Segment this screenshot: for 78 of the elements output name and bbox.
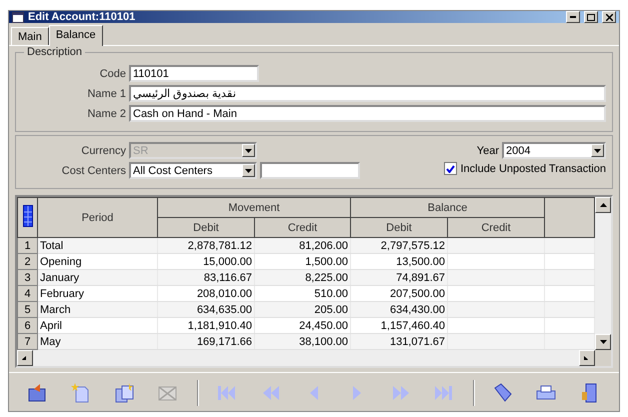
row-number: 7: [18, 334, 38, 350]
table-cell: 13,500.00: [350, 254, 448, 270]
table-cell: 131,071.67: [350, 334, 448, 350]
horizontal-scrollbar[interactable]: [17, 350, 595, 366]
maximize-button[interactable]: [584, 11, 598, 23]
column-group-header: Balance: [350, 198, 545, 218]
field-label: Cost Centers: [60, 164, 126, 176]
table-cell: 8,225.00: [254, 270, 351, 286]
row-number: 5: [18, 302, 38, 318]
field-label: Name 1: [86, 88, 126, 100]
table-cell: 208,010.00: [158, 286, 254, 302]
column-header: Debit: [350, 218, 448, 238]
table-cell: April: [38, 318, 158, 334]
close-button[interactable]: [602, 11, 616, 23]
checkmark-icon: [446, 164, 456, 172]
table-cell: March: [38, 302, 158, 318]
window-title: Edit Account:110101: [28, 11, 136, 23]
text-field[interactable]: [260, 162, 360, 179]
table-cell: Opening: [38, 254, 158, 270]
down-arrow-icon: [245, 168, 252, 172]
text-field[interactable]: Cash on Hand - Main: [129, 105, 606, 122]
table-cell: 169,171.66: [158, 334, 254, 350]
table-cell: 634,430.00: [350, 302, 448, 318]
down-arrow-icon: [245, 148, 252, 152]
row-number: 6: [18, 318, 38, 334]
table-cell: 1,157,460.40: [350, 318, 448, 334]
window-icon: [12, 12, 24, 22]
table-cell: 510.00: [254, 286, 351, 302]
table-cell: May: [38, 334, 158, 350]
group-legend: Description: [24, 46, 86, 58]
row-number: 1: [18, 238, 38, 254]
checkbox[interactable]: [444, 162, 458, 175]
minimize-icon: [570, 16, 576, 18]
vertical-scrollbar[interactable]: [595, 197, 611, 350]
checkbox-label: Include Unposted Transaction: [460, 162, 606, 174]
tab[interactable]: Balance: [48, 25, 103, 46]
column-group-header: Movement: [158, 198, 351, 218]
row-number: 4: [18, 286, 38, 302]
table-cell: 207,500.00: [350, 286, 448, 302]
close-icon: [606, 14, 612, 20]
text-field[interactable]: 110101: [129, 65, 259, 82]
cost-centers-dropdown[interactable]: All Cost Centers: [129, 162, 257, 179]
minimize-button[interactable]: [566, 11, 580, 23]
table-cell: 634,635.00: [158, 302, 254, 318]
field-label: Currency: [80, 144, 126, 156]
column-header: Credit: [448, 218, 545, 238]
down-arrow-icon: [594, 148, 601, 152]
up-arrow-icon: [600, 203, 606, 207]
table-cell: 74,891.67: [350, 270, 448, 286]
text-field[interactable]: نقدية بصندوق الرئيسي: [129, 85, 606, 102]
row-number: 2: [18, 254, 38, 270]
table-cell: 15,000.00: [158, 254, 254, 270]
table-cell: February: [38, 286, 158, 302]
grid-icon: [22, 205, 32, 227]
column-header: Period: [38, 198, 158, 238]
year-dropdown[interactable]: 2004: [502, 142, 606, 159]
field-label: Code: [98, 68, 126, 80]
table-cell: 1,500.00: [254, 254, 351, 270]
row-number: 3: [18, 270, 38, 286]
table-cell: 2,878,781.12: [158, 238, 254, 254]
table-cell: 2,797,575.12: [350, 238, 448, 254]
right-arrow-icon: [584, 356, 590, 360]
maximize-icon: [587, 14, 595, 20]
column-header: Debit: [158, 218, 254, 238]
table-cell: January: [38, 270, 158, 286]
down-arrow-icon: [600, 340, 606, 344]
left-arrow-icon: [22, 356, 28, 360]
table-cell: 1,181,910.40: [158, 318, 254, 334]
table-cell: 83,116.67: [158, 270, 254, 286]
table-cell: 24,450.00: [254, 318, 351, 334]
tab[interactable]: Main: [11, 27, 49, 45]
table-cell: 81,206.00: [254, 238, 351, 254]
table-cell: Total: [38, 238, 158, 254]
column-header: Credit: [254, 218, 351, 238]
field-label: Name 2: [86, 108, 126, 120]
table-cell: 38,100.00: [254, 334, 351, 350]
table-cell: 205.00: [254, 302, 351, 318]
field-label: Year: [476, 144, 499, 156]
